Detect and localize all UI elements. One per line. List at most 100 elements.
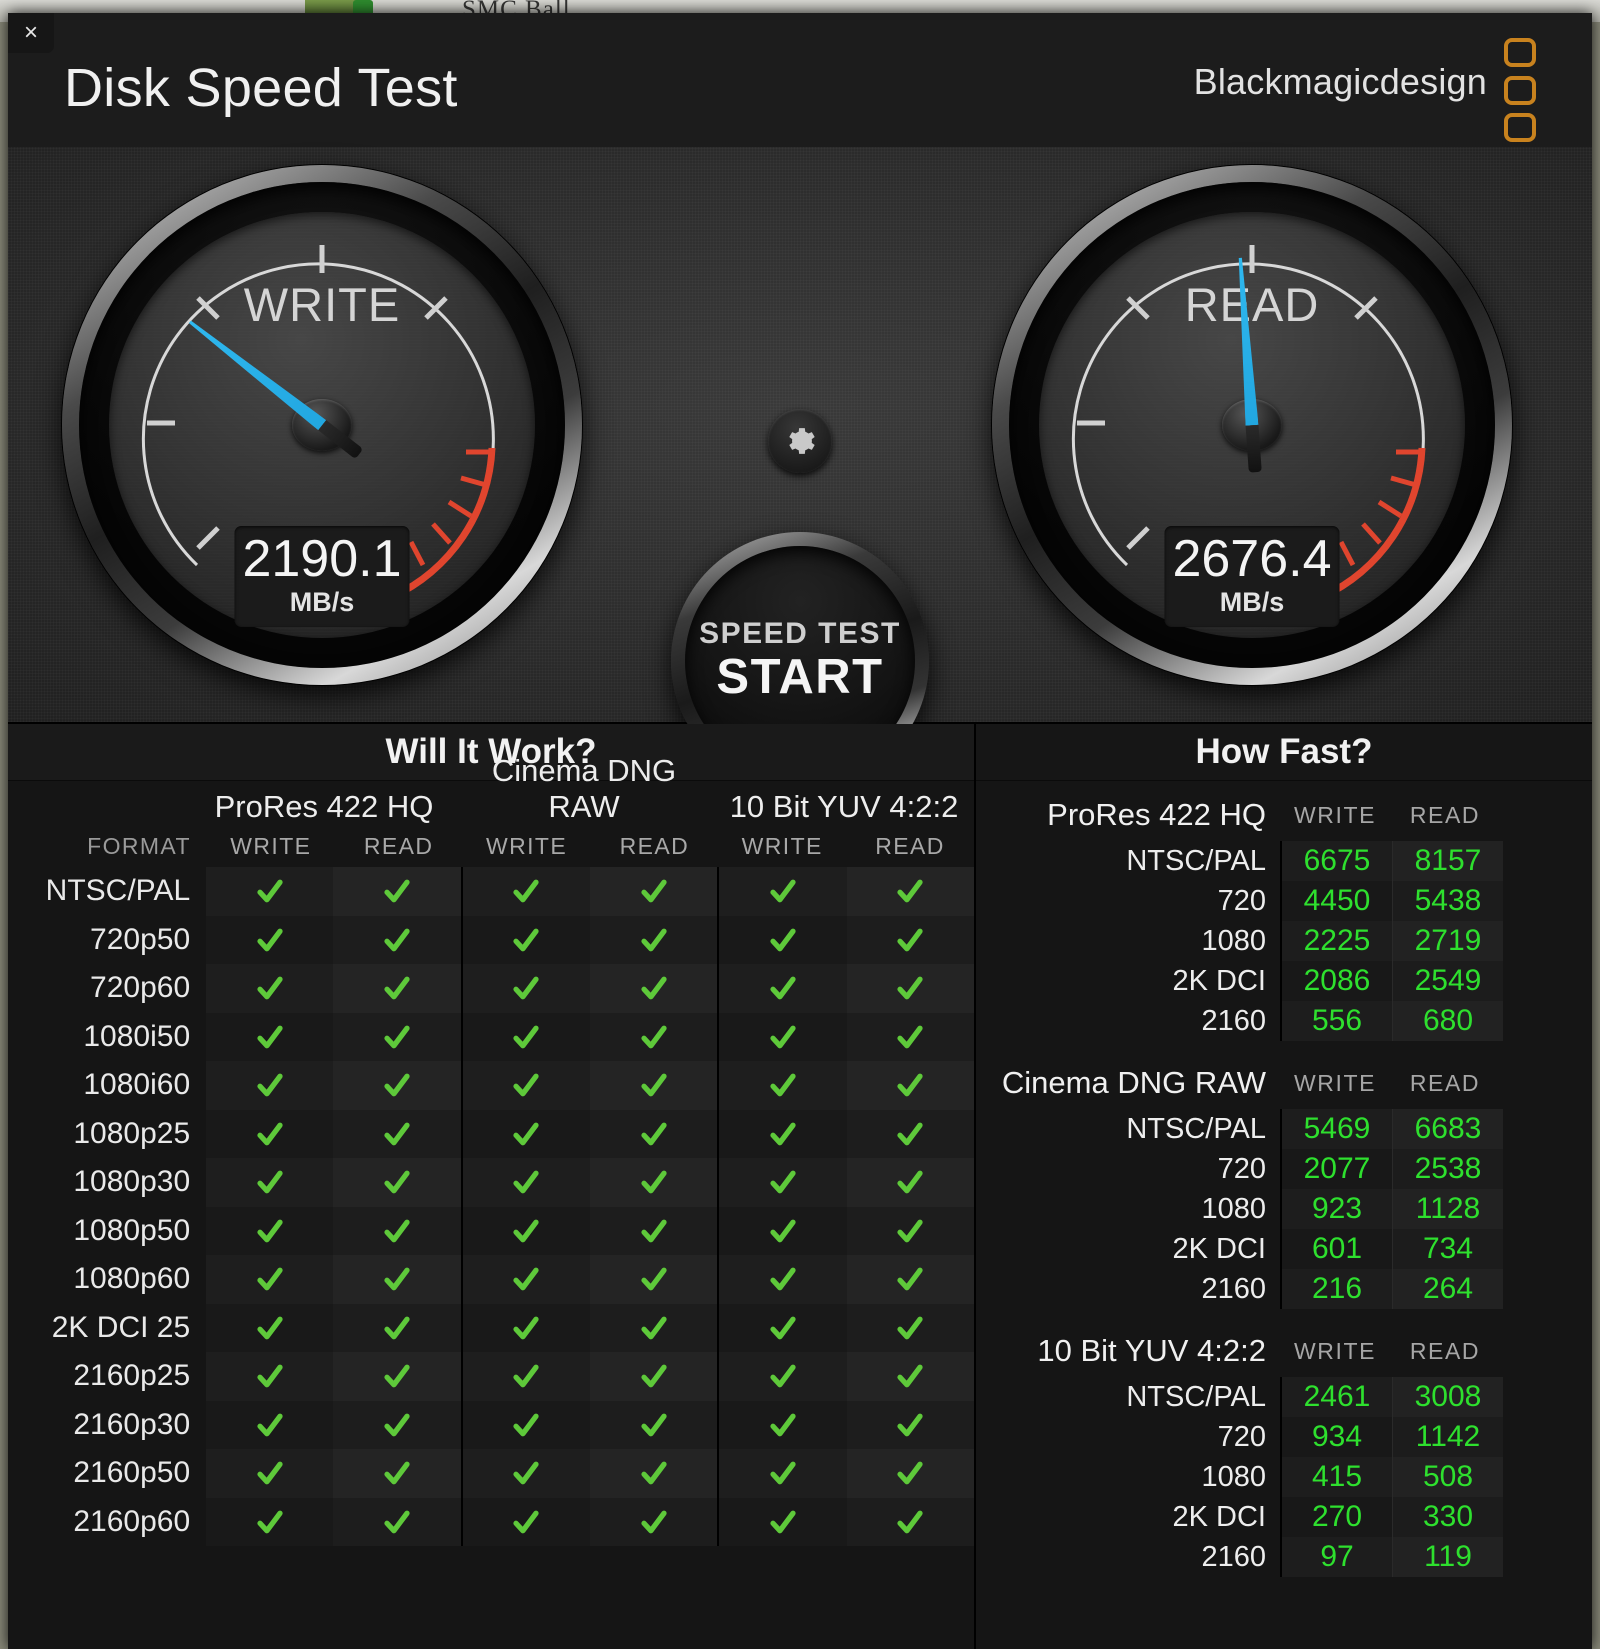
how-fast-read-value: 734 <box>1392 1229 1503 1269</box>
support-cell <box>333 1110 460 1159</box>
how-fast-row: 2160556680 <box>976 1001 1592 1041</box>
green-check-icon <box>382 1361 412 1391</box>
green-check-icon <box>768 1167 798 1197</box>
support-cell <box>717 1110 846 1159</box>
support-cell <box>590 1352 717 1401</box>
support-cell <box>847 1401 974 1450</box>
support-cell <box>590 964 717 1013</box>
how-fast-group-header: 10 Bit YUV 4:2:2WRITEREAD <box>976 1325 1592 1377</box>
how-fast-write-value: 601 <box>1280 1229 1392 1269</box>
support-cell <box>461 1449 590 1498</box>
green-check-icon <box>768 1216 798 1246</box>
table-row: NTSC/PAL <box>8 867 974 916</box>
green-check-icon <box>511 1458 541 1488</box>
support-cell <box>206 1449 333 1498</box>
format-label: 2160p25 <box>8 1359 206 1393</box>
table-row: 2160p25 <box>8 1352 974 1401</box>
green-check-icon <box>382 1458 412 1488</box>
how-fast-row-label: 720 <box>976 1417 1280 1457</box>
support-cell <box>590 1061 717 1110</box>
support-cell <box>461 1352 590 1401</box>
how-fast-row: 10809231128 <box>976 1189 1592 1229</box>
green-check-icon <box>895 925 925 955</box>
green-check-icon <box>511 925 541 955</box>
support-cell <box>206 1158 333 1207</box>
green-check-icon <box>255 1507 285 1537</box>
how-fast-write-value: 270 <box>1280 1497 1392 1537</box>
how-fast-group-header: ProRes 422 HQWRITEREAD <box>976 789 1592 841</box>
support-cell <box>847 916 974 965</box>
green-check-icon <box>639 1119 669 1149</box>
codec-header-2: 10 Bit YUV 4:2:2 <box>714 789 974 825</box>
support-cell <box>333 1255 460 1304</box>
how-fast-row-label: 1080 <box>976 921 1280 961</box>
green-check-icon <box>895 1216 925 1246</box>
how-fast-row-label: NTSC/PAL <box>976 841 1280 881</box>
page-title: Disk Speed Test <box>64 57 458 119</box>
green-check-icon <box>511 1410 541 1440</box>
subheader-write-2: WRITE <box>718 833 846 860</box>
green-check-icon <box>511 1070 541 1100</box>
how-fast-read-value: 2538 <box>1392 1149 1503 1189</box>
how-fast-read-value: 1142 <box>1392 1417 1503 1457</box>
green-check-icon <box>255 876 285 906</box>
support-cell <box>461 1158 590 1207</box>
how-fast-read-value: 508 <box>1392 1457 1503 1497</box>
support-cell <box>333 1304 460 1353</box>
support-cell <box>461 1304 590 1353</box>
subheader-read-0: READ <box>335 833 463 860</box>
how-fast-row-label: 720 <box>976 1149 1280 1189</box>
support-cell <box>206 1207 333 1256</box>
how-fast-row-label: 2160 <box>976 1269 1280 1309</box>
how-fast-group-name: ProRes 422 HQ <box>976 797 1280 833</box>
how-fast-write-value: 934 <box>1280 1417 1392 1457</box>
green-check-icon <box>255 973 285 1003</box>
subheader-read-2: READ <box>846 833 974 860</box>
support-cell <box>461 1401 590 1450</box>
how-fast-read-value: 8157 <box>1392 841 1503 881</box>
how-fast-write-header: WRITE <box>1280 802 1390 829</box>
green-check-icon <box>639 1070 669 1100</box>
codec-header-0: ProRes 422 HQ <box>194 789 454 825</box>
green-check-icon <box>255 1264 285 1294</box>
support-cell <box>206 867 333 916</box>
read-gauge: READ 2676.4 MB/s <box>992 165 1512 685</box>
support-cell <box>333 867 460 916</box>
support-cell <box>590 1158 717 1207</box>
how-fast-read-value: 5438 <box>1392 881 1503 921</box>
support-cell <box>333 1207 460 1256</box>
close-button[interactable]: × <box>8 13 54 53</box>
support-cell <box>717 1207 846 1256</box>
green-check-icon <box>382 1119 412 1149</box>
codec-group-headers: ProRes 422 HQCinema DNG RAW10 Bit YUV 4:… <box>8 781 974 825</box>
format-label: 2160p60 <box>8 1505 206 1539</box>
green-check-icon <box>511 876 541 906</box>
green-check-icon <box>639 1361 669 1391</box>
how-fast-row: 2K DCI20862549 <box>976 961 1592 1001</box>
green-check-icon <box>511 973 541 1003</box>
green-check-icon <box>895 1313 925 1343</box>
how-fast-row-label: 1080 <box>976 1189 1280 1229</box>
green-check-icon <box>511 1361 541 1391</box>
green-check-icon <box>255 1070 285 1100</box>
green-check-icon <box>255 1361 285 1391</box>
settings-button[interactable] <box>768 409 832 473</box>
green-check-icon <box>639 1313 669 1343</box>
format-label: 1080p30 <box>8 1165 206 1199</box>
green-check-icon <box>255 1216 285 1246</box>
support-cell <box>206 1401 333 1450</box>
support-cell <box>847 964 974 1013</box>
green-check-icon <box>895 1264 925 1294</box>
support-cell <box>847 1498 974 1547</box>
green-check-icon <box>768 1070 798 1100</box>
support-cell <box>206 1498 333 1547</box>
support-cell <box>206 1304 333 1353</box>
how-fast-row: 7209341142 <box>976 1417 1592 1457</box>
how-fast-row-label: 2160 <box>976 1537 1280 1577</box>
support-cell <box>717 1013 846 1062</box>
how-fast-read-header: READ <box>1390 1338 1500 1365</box>
how-fast-row-label: 2K DCI <box>976 1229 1280 1269</box>
how-fast-read-value: 264 <box>1392 1269 1503 1309</box>
green-check-icon <box>255 925 285 955</box>
how-fast-read-header: READ <box>1390 1070 1500 1097</box>
